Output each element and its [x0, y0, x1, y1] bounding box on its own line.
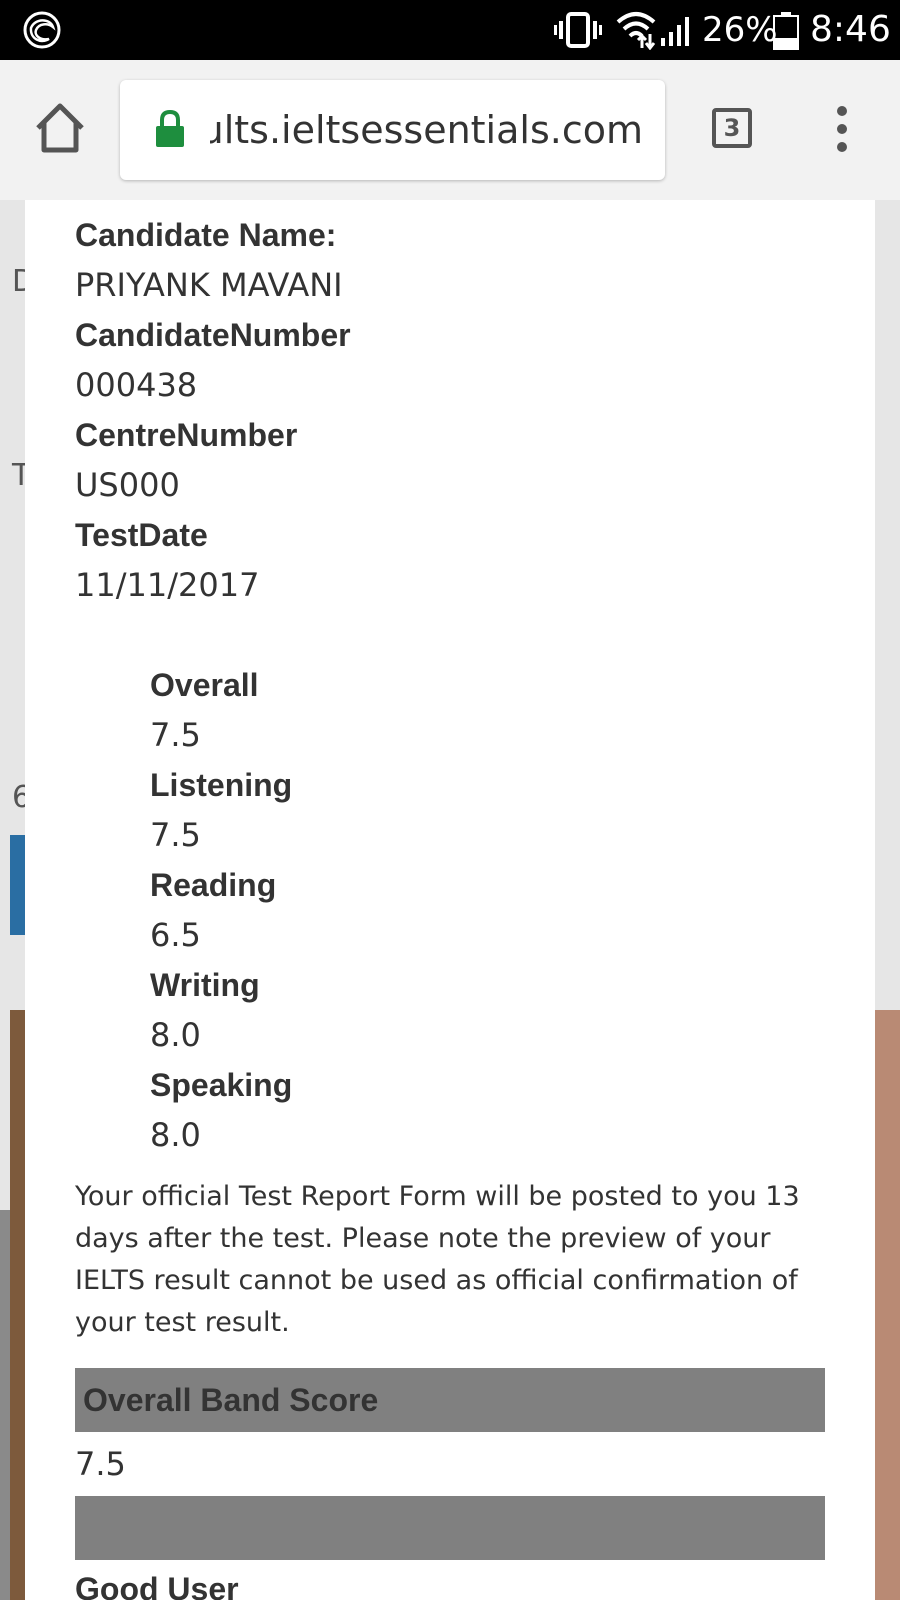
candidate-name: PRIYANK MAVANI: [75, 266, 343, 304]
band-description: Good User: [75, 1571, 239, 1600]
candidate-number-label: CandidateNumber: [75, 317, 351, 353]
notification-icon: [23, 11, 61, 49]
score-value-listening: 7.5: [150, 816, 201, 854]
browser-toolbar: results.ieltsessentials.com 3: [0, 60, 900, 201]
home-icon[interactable]: [34, 102, 86, 154]
battery-icon: [773, 12, 799, 50]
score-value-overall: 7.5: [150, 716, 201, 754]
candidate-number: 000438: [75, 366, 198, 404]
status-bar: 26% 8:46: [0, 0, 900, 60]
score-label-speaking: Speaking: [150, 1067, 293, 1103]
results-content: Candidate Name: PRIYANK MAVANI Candidate…: [75, 210, 825, 1600]
lock-icon: [156, 110, 184, 147]
score-value-speaking: 8.0: [150, 1116, 201, 1154]
candidate-name-label: Candidate Name:: [75, 217, 337, 253]
signal-icon: [661, 17, 689, 46]
score-label-listening: Listening: [150, 767, 293, 803]
band-score-value: 7.5: [75, 1445, 126, 1483]
score-label-writing: Writing: [150, 967, 260, 1003]
clock: 8:46: [810, 9, 891, 50]
band-score-header: Overall Band Score: [75, 1368, 825, 1432]
score-list: Overall 7.5 Listening 7.5 Reading 6.5 Wr…: [75, 660, 825, 1160]
url-text[interactable]: results.ieltsessentials.com: [210, 80, 665, 180]
results-modal: Candidate Name: PRIYANK MAVANI Candidate…: [25, 200, 875, 1600]
score-value-writing: 8.0: [150, 1016, 201, 1054]
wifi-icon: [616, 12, 656, 50]
overflow-menu-icon[interactable]: [830, 104, 854, 154]
vibrate-icon: [554, 12, 602, 48]
test-date-label: TestDate: [75, 517, 208, 553]
battery-percent: 26%: [702, 10, 778, 50]
report-form-note: Your official Test Report Form will be p…: [75, 1181, 800, 1338]
test-date: 11/11/2017: [75, 566, 260, 604]
background-image-right: [872, 1010, 900, 1600]
centre-number-label: CentreNumber: [75, 417, 298, 453]
tab-count: 3: [723, 114, 741, 142]
band-description-bar: [75, 1496, 825, 1560]
score-label-overall: Overall: [150, 667, 259, 703]
score-label-reading: Reading: [150, 867, 277, 903]
centre-number: US000: [75, 466, 180, 504]
tabs-icon[interactable]: 3: [712, 108, 752, 148]
address-bar[interactable]: results.ieltsessentials.com: [120, 80, 665, 180]
score-value-reading: 6.5: [150, 916, 201, 954]
